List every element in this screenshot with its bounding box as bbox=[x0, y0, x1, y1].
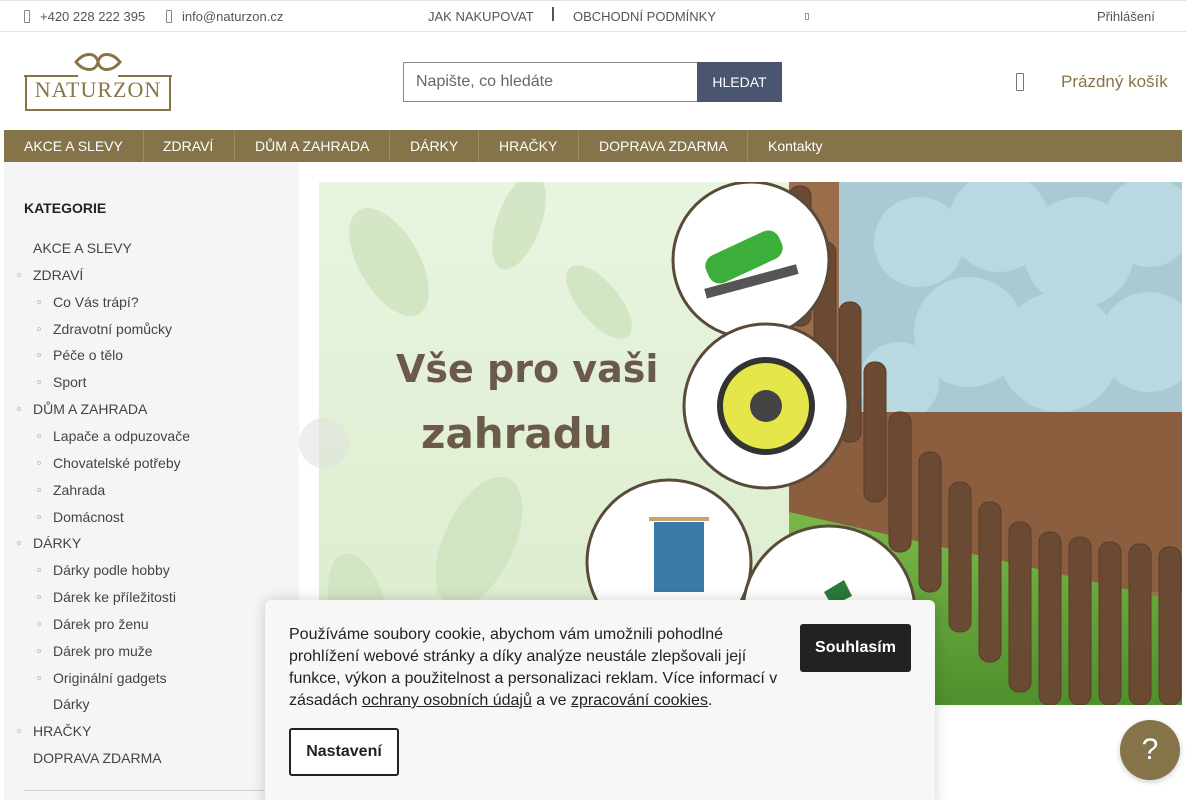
sidebar-item[interactable]: Dárek pro ženu bbox=[53, 616, 149, 632]
sidebar-divider bbox=[24, 790, 264, 791]
sidebar-item[interactable]: HRAČKY bbox=[33, 723, 91, 739]
sidebar-item[interactable]: Sport bbox=[53, 374, 86, 390]
cart-label[interactable]: Prázdný košík bbox=[1061, 72, 1168, 92]
cookie-text-and: a ve bbox=[531, 692, 571, 709]
cookie-consent-dialog: Používáme soubory cookie, abychom vám um… bbox=[265, 600, 935, 800]
sidebar-item[interactable]: DOPRAVA ZDARMA bbox=[33, 750, 162, 766]
bullet-icon bbox=[37, 433, 41, 438]
cookie-text: Používáme soubory cookie, abychom vám um… bbox=[289, 624, 779, 712]
cart-icon[interactable] bbox=[1016, 73, 1024, 91]
help-chat-button[interactable]: ? bbox=[1120, 720, 1180, 780]
sidebar-item[interactable]: Co Vás trápí? bbox=[53, 294, 139, 310]
sidebar-item[interactable]: Lapače a odpuzovače bbox=[53, 428, 190, 444]
nav-item-zdravi[interactable]: ZDRAVÍ bbox=[143, 130, 233, 162]
bullet-icon bbox=[17, 729, 21, 734]
phone-icon bbox=[24, 10, 30, 23]
bullet-icon bbox=[37, 675, 41, 680]
nav-item-akce-a-slevy[interactable]: AKCE A SLEVY bbox=[4, 130, 143, 162]
bullet-icon bbox=[37, 595, 41, 600]
topbar-separator bbox=[552, 7, 554, 21]
more-icon[interactable] bbox=[805, 13, 809, 20]
how-to-buy-link[interactable]: JAK NAKUPOVAT bbox=[428, 9, 534, 24]
privacy-policy-link[interactable]: ochrany osobních údajů bbox=[362, 692, 532, 709]
slider-prev-button[interactable] bbox=[299, 418, 349, 468]
bullet-icon bbox=[37, 621, 41, 626]
sidebar-item[interactable]: Péče o tělo bbox=[53, 347, 123, 363]
bullet-icon bbox=[37, 460, 41, 465]
sidebar-item[interactable]: ZDRAVÍ bbox=[33, 267, 83, 283]
logo-text: NATURZON bbox=[34, 77, 162, 102]
bullet-icon bbox=[37, 299, 41, 304]
nav-item-doprava-zdarma[interactable]: DOPRAVA ZDARMA bbox=[579, 130, 748, 162]
bullet-icon bbox=[17, 541, 21, 546]
sidebar-item[interactable]: DÁRKY bbox=[33, 535, 81, 551]
sidebar-item[interactable]: Zahrada bbox=[53, 482, 105, 498]
login-link[interactable]: Přihlášení bbox=[1097, 9, 1155, 24]
phone-link[interactable]: +420 228 222 395 bbox=[24, 9, 145, 24]
category-sidebar: KATEGORIE AKCE A SLEVY ZDRAVÍ Co Vás trápí… bbox=[4, 162, 299, 800]
cookie-policy-link[interactable]: zpracování cookies bbox=[571, 692, 708, 709]
bullet-icon bbox=[17, 407, 21, 412]
bullet-icon bbox=[37, 514, 41, 519]
scrollbar[interactable] bbox=[1186, 0, 1200, 800]
main-nav: AKCE A SLEVY ZDRAVÍ DŮM A ZAHRADA DÁRKY … bbox=[4, 130, 1182, 162]
bullet-icon bbox=[37, 648, 41, 653]
logo[interactable]: NATURZON bbox=[24, 50, 172, 112]
sidebar-item[interactable]: AKCE A SLEVY bbox=[33, 240, 132, 256]
search-form: HLEDAT bbox=[403, 62, 782, 102]
bullet-icon bbox=[37, 380, 41, 385]
bullet-icon bbox=[37, 326, 41, 331]
sidebar-item[interactable]: Chovatelské potřeby bbox=[53, 455, 181, 471]
nav-item-kontakty[interactable]: Kontakty bbox=[748, 130, 842, 162]
email-icon bbox=[166, 10, 172, 23]
sidebar-item[interactable]: Dárky bbox=[53, 696, 90, 712]
bullet-icon bbox=[17, 272, 21, 277]
sidebar-item[interactable]: Domácnost bbox=[53, 509, 124, 525]
sidebar-title: KATEGORIE bbox=[24, 200, 107, 216]
nav-item-dum-a-zahrada[interactable]: DŮM A ZAHRADA bbox=[235, 130, 389, 162]
bullet-icon bbox=[37, 353, 41, 358]
terms-link[interactable]: OBCHODNÍ PODMÍNKY bbox=[573, 9, 716, 24]
nav-item-hracky[interactable]: HRAČKY bbox=[479, 130, 577, 162]
bullet-icon bbox=[37, 487, 41, 492]
header: NATURZON HLEDAT Prázdný košík bbox=[0, 32, 1186, 130]
sidebar-item[interactable]: Originální gadgets bbox=[53, 670, 167, 686]
sidebar-item[interactable]: Zdravotní pomůcky bbox=[53, 321, 172, 337]
nav-item-darky[interactable]: DÁRKY bbox=[390, 130, 478, 162]
page: { "topbar": { "phone": "+420 228 222 395… bbox=[0, 0, 1200, 800]
sidebar-item[interactable]: DŮM A ZAHRADA bbox=[33, 401, 147, 417]
sidebar-item[interactable]: Dárek pro muže bbox=[53, 643, 153, 659]
search-input[interactable] bbox=[403, 62, 697, 102]
email-text: info@naturzon.cz bbox=[182, 9, 284, 24]
banner-headline-line1: Vše pro vaši bbox=[396, 347, 658, 391]
cookie-settings-button[interactable]: Nastavení bbox=[289, 728, 399, 776]
top-bar: +420 228 222 395 info@naturzon.cz JAK NA… bbox=[0, 0, 1186, 32]
bullet-icon bbox=[37, 568, 41, 573]
sidebar-item[interactable]: Dárky podle hobby bbox=[53, 562, 170, 578]
search-button[interactable]: HLEDAT bbox=[697, 62, 782, 102]
phone-text: +420 228 222 395 bbox=[40, 9, 146, 24]
accept-cookies-button[interactable]: Souhlasím bbox=[800, 624, 911, 672]
email-link[interactable]: info@naturzon.cz bbox=[166, 9, 283, 24]
banner-headline-line2: zahradu bbox=[421, 409, 613, 458]
cookie-text-end: . bbox=[707, 692, 713, 709]
sidebar-item[interactable]: Dárek ke příležitosti bbox=[53, 589, 176, 605]
